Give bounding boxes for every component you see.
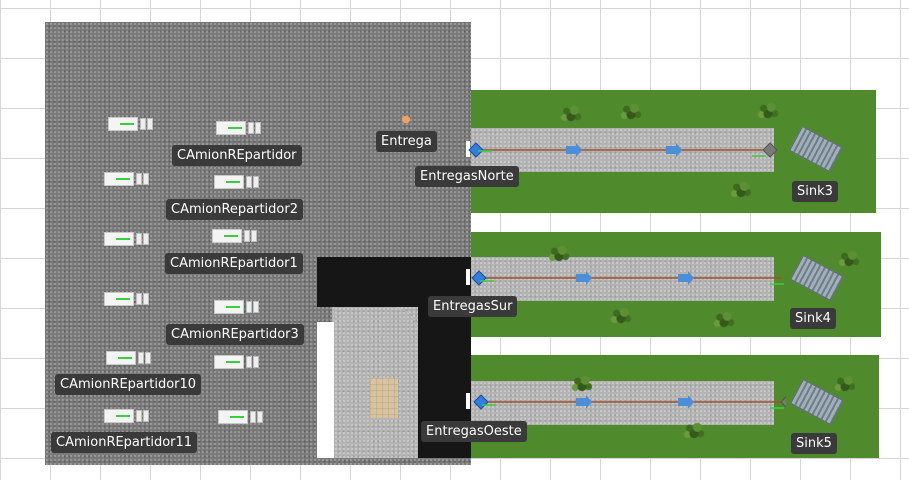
truck-icon[interactable] [108, 116, 154, 132]
diamond-icon [473, 394, 489, 410]
white-zone [317, 322, 334, 458]
truck-label[interactable]: CAmionREpartidor3 [166, 324, 304, 345]
diamond-icon [468, 142, 484, 158]
diamond-gray-icon [762, 142, 778, 158]
arrow-right-icon [566, 143, 582, 157]
truck-icon[interactable] [214, 174, 260, 190]
truck-label[interactable]: CAmionREpartidor [172, 145, 302, 166]
truck-icon[interactable] [104, 171, 150, 187]
bush-icon [838, 249, 860, 267]
conveyor-north[interactable] [466, 138, 786, 164]
arrow-right-icon [666, 143, 682, 157]
bush-icon [834, 374, 856, 392]
sink-label-5[interactable]: Sink5 [791, 433, 837, 454]
bush-icon [610, 306, 632, 324]
conveyor-label-west[interactable]: EntregasOeste [421, 421, 527, 442]
source-marker[interactable] [402, 116, 410, 123]
arrow-right-icon [678, 395, 694, 409]
conveyor-south[interactable] [466, 266, 786, 292]
conveyor-start-cap [466, 393, 470, 409]
truck-icon[interactable] [214, 299, 260, 315]
truck-icon[interactable] [216, 120, 262, 136]
diamond-gray-icon [780, 396, 786, 408]
bush-icon [620, 102, 642, 120]
arrow-right-icon [576, 395, 592, 409]
truck-icon[interactable] [104, 231, 150, 247]
truck-label[interactable]: CAmionREpartidor11 [51, 432, 198, 453]
bush-icon [713, 310, 735, 328]
truck-icon[interactable] [212, 228, 258, 244]
truck-icon[interactable] [104, 291, 150, 307]
arrow-right-icon [576, 271, 592, 285]
bush-icon [548, 244, 570, 262]
bush-icon [683, 421, 705, 439]
bush-icon [560, 104, 582, 122]
conveyor-west[interactable] [466, 390, 786, 416]
conveyor-label-south[interactable]: EntregasSur [428, 296, 518, 317]
conveyor-start-cap [466, 269, 470, 285]
sink-label-3[interactable]: Sink3 [792, 181, 838, 202]
truck-label[interactable]: CAmionREpartidor10 [55, 374, 202, 395]
truck-label[interactable]: CAmionREpartidor1 [165, 253, 303, 274]
truck-label[interactable]: CAmionRepartidor2 [166, 199, 303, 220]
truck-icon[interactable] [218, 409, 264, 425]
truck-icon[interactable] [214, 354, 260, 370]
arrow-right-icon [678, 271, 694, 285]
bush-icon [757, 101, 779, 119]
truck-icon[interactable] [104, 408, 150, 424]
truck-icon[interactable] [106, 350, 152, 366]
source-label[interactable]: Entrega [376, 131, 437, 152]
sink-label-4[interactable]: Sink4 [790, 308, 836, 329]
bush-icon [730, 180, 752, 198]
conveyor-label-north[interactable]: EntregasNorte [415, 166, 519, 187]
diamond-icon [471, 270, 487, 286]
tile-patch [370, 378, 398, 418]
